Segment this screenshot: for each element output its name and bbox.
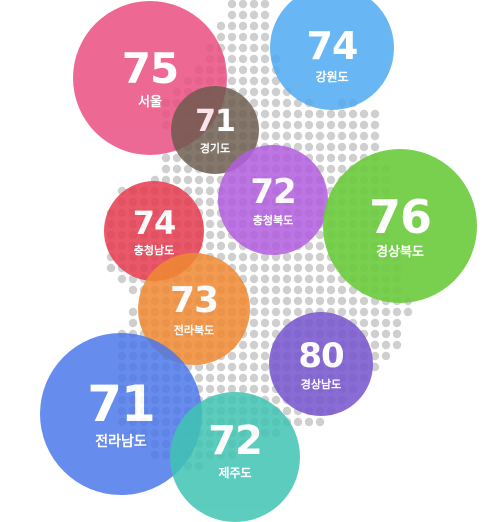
- region-value-seoul: 75: [121, 43, 179, 93]
- region-name-gyeonggi: 경기도: [199, 141, 231, 155]
- region-bubble-chungbuk[interactable]: 72 충청북도: [218, 145, 328, 255]
- region-name-gyeongnam: 경상남도: [300, 377, 342, 391]
- region-name-gangwon: 강원도: [315, 70, 349, 84]
- region-name-gyeongbuk: 경상북도: [376, 244, 424, 260]
- region-value-gyeonggi: 71: [195, 103, 236, 139]
- region-name-chungnam: 충청남도: [133, 243, 175, 257]
- region-value-gyeongnam: 80: [298, 335, 344, 376]
- region-name-jeonbuk: 전라북도: [173, 323, 215, 337]
- region-value-chungnam: 74: [132, 203, 177, 242]
- region-name-chungbuk: 충청북도: [252, 213, 294, 227]
- region-value-chungbuk: 72: [250, 171, 296, 212]
- region-bubble-jeju[interactable]: 72 제주도: [170, 392, 300, 522]
- region-name-jeju: 제주도: [218, 466, 252, 480]
- region-value-jeonnam: 71: [87, 375, 156, 433]
- region-bubble-gyeongnam[interactable]: 80 경상남도: [269, 312, 373, 416]
- region-value-gyeongbuk: 76: [368, 189, 432, 244]
- region-name-jeonnam: 전라남도: [95, 434, 147, 450]
- region-value-jeonbuk: 73: [169, 279, 219, 321]
- region-bubble-gyeongbuk[interactable]: 76 경상북도: [323, 149, 477, 303]
- region-value-gangwon: 74: [306, 24, 359, 68]
- region-name-seoul: 서울: [138, 94, 162, 110]
- region-value-jeju: 72: [208, 418, 263, 464]
